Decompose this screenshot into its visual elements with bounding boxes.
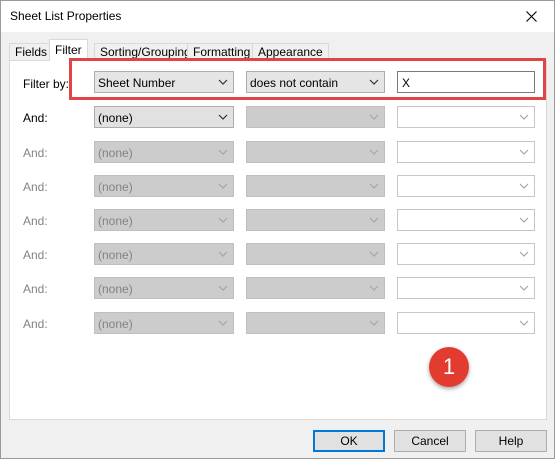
- ok-button[interactable]: OK: [313, 430, 385, 452]
- chevron-down-icon: [218, 320, 228, 326]
- dialog-window: Sheet List Properties Fields Filter Sort…: [0, 0, 555, 459]
- chevron-down-icon: [519, 114, 529, 120]
- filter-value-combo-4: [397, 175, 535, 197]
- chevron-down-icon: [519, 183, 529, 189]
- filter-value-combo-5: [397, 209, 535, 231]
- tab-label: Appearance: [258, 45, 323, 59]
- tab-fields[interactable]: Fields: [9, 43, 54, 60]
- chevron-down-icon: [369, 183, 379, 189]
- chevron-down-icon: [369, 79, 379, 85]
- filter-value-combo-6: [397, 243, 535, 265]
- filter-field-select-2[interactable]: (none): [94, 106, 234, 128]
- select-value: (none): [98, 317, 133, 331]
- filter-condition-select-1[interactable]: does not contain: [246, 71, 385, 93]
- chevron-down-icon: [519, 285, 529, 291]
- step-number-badge: 1: [429, 347, 469, 387]
- filter-condition-select-6: [246, 243, 385, 265]
- chevron-down-icon: [218, 285, 228, 291]
- tab-label: Sorting/Grouping: [100, 45, 191, 59]
- filter-value-combo-2: [397, 106, 535, 128]
- and-label: And:: [23, 146, 48, 160]
- select-value: (none): [98, 214, 133, 228]
- title-bar: Sheet List Properties: [1, 1, 554, 32]
- chevron-down-icon: [369, 320, 379, 326]
- filter-value-input-1[interactable]: X: [397, 71, 535, 93]
- chevron-down-icon: [218, 217, 228, 223]
- chevron-down-icon: [218, 251, 228, 257]
- tab-label: Fields: [15, 45, 48, 59]
- filter-condition-select-5: [246, 209, 385, 231]
- cancel-button-label: Cancel: [411, 434, 449, 448]
- filter-condition-select-3: [246, 141, 385, 163]
- and-label: And:: [23, 282, 48, 296]
- cancel-button[interactable]: Cancel: [394, 430, 466, 452]
- close-button[interactable]: [508, 1, 554, 32]
- chevron-down-icon: [519, 149, 529, 155]
- chevron-down-icon: [218, 183, 228, 189]
- chevron-down-icon: [218, 114, 228, 120]
- select-value: (none): [98, 146, 133, 160]
- chevron-down-icon: [369, 217, 379, 223]
- tab-appearance[interactable]: Appearance: [252, 43, 329, 60]
- ok-button-label: OK: [340, 434, 358, 448]
- tab-formatting[interactable]: Formatting: [187, 43, 257, 60]
- filter-field-select-8: (none): [94, 312, 234, 334]
- and-label: And:: [23, 180, 48, 194]
- chevron-down-icon: [369, 285, 379, 291]
- filter-field-select-5: (none): [94, 209, 234, 231]
- filter-field-select-3: (none): [94, 141, 234, 163]
- filter-value-combo-3: [397, 141, 535, 163]
- filter-field-select-7: (none): [94, 277, 234, 299]
- filter-value-combo-8: [397, 312, 535, 334]
- select-value: (none): [98, 180, 133, 194]
- select-value: (none): [98, 282, 133, 296]
- filter-condition-select-2: [246, 106, 385, 128]
- and-label: And:: [23, 248, 48, 262]
- select-value: (none): [98, 248, 133, 262]
- and-label: And:: [23, 317, 48, 331]
- and-label: And:: [23, 214, 48, 228]
- filter-by-label: Filter by:: [23, 77, 70, 91]
- help-button-label: Help: [498, 434, 524, 448]
- filter-value-combo-7: [397, 277, 535, 299]
- tab-label: Formatting: [193, 45, 251, 59]
- filter-condition-select-7: [246, 277, 385, 299]
- chevron-down-icon: [519, 251, 529, 257]
- window-title: Sheet List Properties: [10, 9, 122, 23]
- filter-field-select-1[interactable]: Sheet Number: [94, 71, 234, 93]
- step-number: 1: [442, 354, 456, 379]
- chevron-down-icon: [369, 251, 379, 257]
- filter-field-select-6: (none): [94, 243, 234, 265]
- chevron-down-icon: [519, 320, 529, 326]
- tab-filter[interactable]: Filter: [49, 39, 88, 61]
- help-button[interactable]: Help: [475, 430, 547, 452]
- filter-condition-select-8: [246, 312, 385, 334]
- close-icon: [525, 11, 537, 22]
- chevron-down-icon: [369, 149, 379, 155]
- chevron-down-icon: [218, 79, 228, 85]
- filter-field-select-4: (none): [94, 175, 234, 197]
- filter-condition-select-4: [246, 175, 385, 197]
- tab-sorting-grouping[interactable]: Sorting/Grouping: [94, 43, 197, 60]
- tab-label: Filter: [55, 43, 82, 57]
- chevron-down-icon: [218, 149, 228, 155]
- input-value: X: [402, 76, 411, 90]
- select-value: (none): [98, 111, 133, 125]
- chevron-down-icon: [519, 217, 529, 223]
- and-label: And:: [23, 111, 48, 125]
- select-value: Sheet Number: [98, 76, 176, 90]
- chevron-down-icon: [369, 114, 379, 120]
- select-value: does not contain: [250, 76, 339, 90]
